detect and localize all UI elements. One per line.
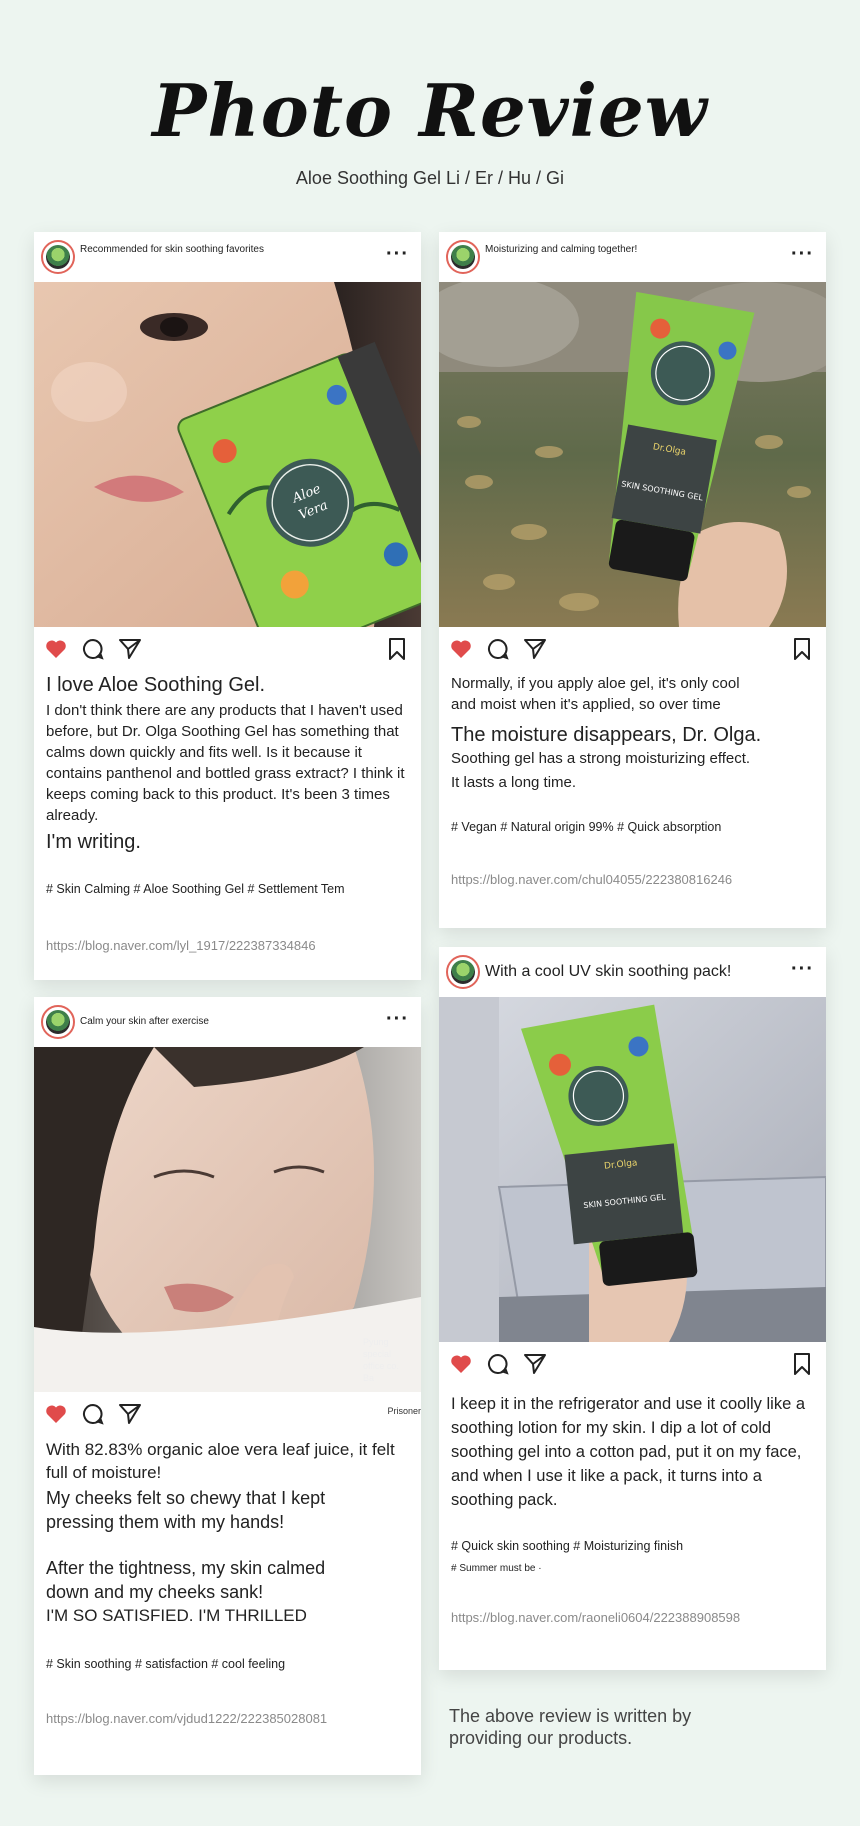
send-icon[interactable] [118, 637, 142, 661]
card-header-title: Moisturizing and calming together! [485, 244, 638, 255]
photo-caption-overlay: Pyung special office co. Ba [363, 1337, 399, 1383]
action-bar [34, 627, 421, 671]
review-text: Normally, if you apply aloe gel, it's on… [439, 671, 826, 887]
review-lead-4: I'M SO SATISFIED. I'M THRILLED [46, 1606, 307, 1625]
page-subtitle: Aloe Soothing Gel Li / Er / Hu / Gi [295, 168, 565, 188]
bookmark-icon[interactable] [790, 637, 814, 661]
heart-icon[interactable] [449, 1352, 473, 1376]
avatar[interactable] [446, 240, 480, 274]
card-header-title: With a cool UV skin soothing pack! [485, 963, 732, 980]
heart-icon[interactable] [449, 637, 473, 661]
review-card-2: Moisturizing and calming together! ··· D… [439, 232, 826, 928]
card-header: With a cool UV skin soothing pack! ··· [439, 947, 826, 997]
review-photo: Dr.Olga SKIN SOOTHING GEL [439, 997, 826, 1342]
review-hashtags: # Skin soothing # satisfaction # cool fe… [46, 1657, 286, 1671]
more-options-icon[interactable]: ··· [791, 959, 814, 979]
heart-icon[interactable] [44, 637, 68, 661]
card-header-title: Recommended for skin soothing favorites [80, 244, 264, 255]
more-options-icon[interactable]: ··· [791, 244, 814, 264]
review-photo: Dr.Olga SKIN SOOTHING GEL [439, 282, 826, 627]
review-lead: With 82.83% organic aloe vera leaf juice… [46, 1440, 395, 1482]
review-card-3: Calm your skin after exercise ··· Pyung … [34, 997, 421, 1775]
review-hashtags: # Quick skin soothing # Moisturizing fin… [451, 1539, 684, 1553]
avatar[interactable] [41, 1005, 75, 1039]
blog-link[interactable]: https://blog.naver.com/raoneli0604/22238… [451, 1610, 814, 1625]
review-lead: The moisture disappears, Dr. Olga. [451, 724, 762, 746]
review-text: With 82.83% organic aloe vera leaf juice… [34, 1436, 421, 1726]
review-body-2: Soothing gel has a strong moisturizing e… [451, 750, 751, 767]
more-options-icon[interactable]: ··· [386, 1009, 409, 1029]
review-card-4: With a cool UV skin soothing pack! ··· D… [439, 947, 826, 1670]
send-icon[interactable] [523, 637, 547, 661]
review-hashtags: # Vegan # Natural origin 99% # Quick abs… [451, 820, 722, 834]
card-header-title: Calm your skin after exercise [80, 1016, 209, 1027]
review-body: I don't think there are any products tha… [46, 702, 405, 824]
heart-icon[interactable] [44, 1402, 68, 1426]
page-title: Photo Review [152, 68, 708, 153]
send-icon[interactable] [523, 1352, 547, 1376]
review-lead-2: My cheeks felt so chewy that I kept pres… [46, 1488, 326, 1532]
comment-icon[interactable] [486, 637, 510, 661]
send-icon[interactable] [118, 1402, 142, 1426]
review-text: I love Aloe Soothing Gel. I don't think … [34, 671, 421, 953]
card-header: Recommended for skin soothing favorites … [34, 232, 421, 282]
comment-icon[interactable] [81, 637, 105, 661]
review-lead: I keep it in the refrigerator and use it… [451, 1395, 806, 1509]
review-lead-2: I'm writing. [46, 831, 141, 853]
review-photo: Aloe Vera [34, 282, 421, 627]
action-bar: Prisoner [34, 1392, 421, 1436]
action-bar [439, 1342, 826, 1386]
review-lead-3: After the tightness, my skin calmed down… [46, 1558, 326, 1602]
blog-link[interactable]: https://blog.naver.com/lyl_1917/22238733… [46, 938, 409, 953]
review-body: Normally, if you apply aloe gel, it's on… [451, 675, 740, 713]
bookmark-icon[interactable] [385, 637, 409, 661]
bookmark-icon[interactable] [790, 1352, 814, 1376]
avatar[interactable] [446, 955, 480, 989]
blog-link[interactable]: https://blog.naver.com/chul04055/2223808… [451, 872, 814, 887]
more-options-icon[interactable]: ··· [386, 244, 409, 264]
review-lead: I love Aloe Soothing Gel. [46, 674, 266, 696]
disclosure-note: The above review is written by providing… [449, 1706, 692, 1748]
review-hashtags: # Skin Calming # Aloe Soothing Gel # Set… [46, 882, 345, 896]
card-header: Moisturizing and calming together! ··· [439, 232, 826, 282]
review-hashtags-2: # Summer must be · [451, 1563, 542, 1574]
review-body-3: It lasts a long time. [451, 774, 577, 791]
review-photo: Pyung special office co. Ba [34, 1047, 421, 1392]
card-header: Calm your skin after exercise ··· [34, 997, 421, 1047]
review-text: I keep it in the refrigerator and use it… [439, 1386, 826, 1625]
comment-icon[interactable] [486, 1352, 510, 1376]
avatar[interactable] [41, 240, 75, 274]
blog-link[interactable]: https://blog.naver.com/vjdud1222/2223850… [46, 1711, 409, 1726]
side-label: Prisoner [387, 1406, 421, 1416]
action-bar [439, 627, 826, 671]
comment-icon[interactable] [81, 1402, 105, 1426]
review-card-1: Recommended for skin soothing favorites … [34, 232, 421, 980]
